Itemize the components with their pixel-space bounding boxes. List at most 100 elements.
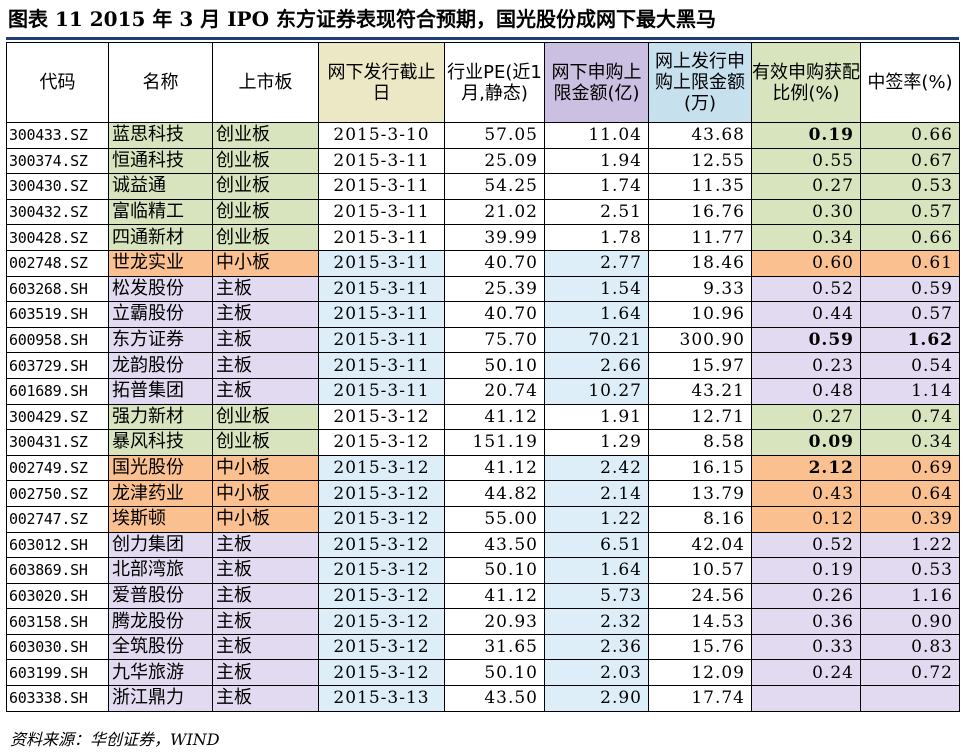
cell-offline-limit: 2.36 bbox=[544, 633, 649, 661]
cell-offline-limit: 10.27 bbox=[544, 377, 649, 405]
cell-name: 龙津药业 bbox=[108, 480, 213, 507]
cell-pe: 75.70 bbox=[444, 326, 545, 354]
cell-pe: 151.19 bbox=[444, 429, 545, 456]
cell-pe: 41.12 bbox=[444, 403, 545, 431]
cell-allotment-ratio: 0.12 bbox=[751, 505, 861, 533]
cell-online-limit: 43.68 bbox=[648, 122, 752, 149]
cell-board: 创业板 bbox=[212, 224, 319, 251]
cell-online-limit: 16.76 bbox=[648, 198, 752, 226]
cell-name: 立霸股份 bbox=[108, 301, 213, 328]
cell-lottery-rate: 0.66 bbox=[860, 224, 960, 251]
cell-allotment-ratio: 0.33 bbox=[751, 633, 861, 661]
cell-offline-limit: 6.51 bbox=[544, 531, 649, 559]
table-row: 300430.SZ 诚益通 创业板 2015-3-11 54.25 1.74 11.35 0.… bbox=[6, 173, 960, 200]
cell-offline-limit: 70.21 bbox=[544, 326, 649, 354]
cell-name: 拓普集团 bbox=[108, 377, 213, 405]
cell-offline-limit: 1.78 bbox=[544, 224, 649, 251]
cell-date: 2015-3-13 bbox=[318, 685, 445, 712]
cell-allotment-ratio: 0.26 bbox=[751, 582, 861, 610]
cell-board: 创业板 bbox=[212, 122, 319, 149]
cell-code: 002748.SZ bbox=[6, 249, 109, 277]
cell-date: 2015-3-12 bbox=[318, 531, 445, 559]
cell-offline-limit: 2.90 bbox=[544, 685, 649, 712]
cell-lottery-rate: 0.83 bbox=[860, 633, 960, 661]
cell-name: 九华旅游 bbox=[108, 659, 213, 687]
cell-date: 2015-3-10 bbox=[318, 122, 445, 149]
cell-allotment-ratio: 0.30 bbox=[751, 198, 861, 226]
cell-online-limit: 18.46 bbox=[648, 249, 752, 277]
cell-code: 603869.SH bbox=[6, 557, 109, 584]
cell-code: 002750.SZ bbox=[6, 480, 109, 507]
cell-name: 恒通科技 bbox=[108, 147, 213, 175]
cell-online-limit: 11.35 bbox=[648, 173, 752, 200]
cell-name: 诚益通 bbox=[108, 173, 213, 200]
header-offline-deadline: 网下发行截止日 bbox=[318, 42, 445, 123]
cell-board: 主板 bbox=[212, 608, 319, 635]
table-row: 603158.SH 腾龙股份 主板 2015-3-12 20.93 2.32 14.53 0.… bbox=[6, 608, 960, 635]
header-lottery-rate: 中签率(%) bbox=[860, 42, 960, 123]
cell-date: 2015-3-11 bbox=[318, 326, 445, 354]
cell-code: 603158.SH bbox=[6, 608, 109, 635]
cell-board: 中小板 bbox=[212, 249, 319, 277]
cell-date: 2015-3-12 bbox=[318, 429, 445, 456]
cell-lottery-rate: 1.22 bbox=[860, 531, 960, 559]
cell-code: 300433.SZ bbox=[6, 122, 109, 149]
cell-allotment-ratio: 0.34 bbox=[751, 224, 861, 251]
cell-allotment-ratio: 0.09 bbox=[751, 429, 861, 456]
table-row: 603199.SH 九华旅游 主板 2015-3-12 50.10 2.03 12.09 0.… bbox=[6, 659, 960, 687]
cell-online-limit: 15.76 bbox=[648, 633, 752, 661]
cell-name: 世龙实业 bbox=[108, 249, 213, 277]
cell-board: 创业板 bbox=[212, 429, 319, 456]
cell-online-limit: 43.21 bbox=[648, 377, 752, 405]
cell-name: 腾龙股份 bbox=[108, 608, 213, 635]
cell-online-limit: 9.33 bbox=[648, 275, 752, 303]
cell-lottery-rate: 0.90 bbox=[860, 608, 960, 635]
cell-online-limit: 300.90 bbox=[648, 326, 752, 354]
cell-offline-limit: 5.73 bbox=[544, 582, 649, 610]
cell-date: 2015-3-11 bbox=[318, 249, 445, 277]
cell-pe: 55.00 bbox=[444, 505, 545, 533]
cell-lottery-rate: 0.54 bbox=[860, 352, 960, 379]
cell-code: 300431.SZ bbox=[6, 429, 109, 456]
cell-code: 601689.SH bbox=[6, 377, 109, 405]
cell-lottery-rate: 1.14 bbox=[860, 377, 960, 405]
cell-lottery-rate: 0.74 bbox=[860, 403, 960, 431]
cell-code: 603268.SH bbox=[6, 275, 109, 303]
cell-date: 2015-3-11 bbox=[318, 173, 445, 200]
cell-offline-limit: 2.42 bbox=[544, 454, 649, 482]
table-row: 603338.SH 浙江鼎力 主板 2015-3-13 43.50 2.90 17.74 bbox=[6, 685, 960, 712]
cell-offline-limit: 1.64 bbox=[544, 301, 649, 328]
cell-lottery-rate: 0.69 bbox=[860, 454, 960, 482]
table-row: 002747.SZ 埃斯顿 中小板 2015-3-12 55.00 1.22 8.16 0.1… bbox=[6, 505, 960, 533]
table-row: 603012.SH 创力集团 主板 2015-3-12 43.50 6.51 42.04 0.… bbox=[6, 531, 960, 559]
cell-lottery-rate bbox=[860, 685, 960, 712]
cell-allotment-ratio: 0.27 bbox=[751, 403, 861, 431]
cell-offline-limit: 2.51 bbox=[544, 198, 649, 226]
cell-pe: 43.50 bbox=[444, 531, 545, 559]
cell-code: 300429.SZ bbox=[6, 403, 109, 431]
cell-code: 603199.SH bbox=[6, 659, 109, 687]
cell-board: 主板 bbox=[212, 352, 319, 379]
cell-code: 300374.SZ bbox=[6, 147, 109, 175]
cell-offline-limit: 2.32 bbox=[544, 608, 649, 635]
cell-name: 暴风科技 bbox=[108, 429, 213, 456]
cell-lottery-rate: 0.57 bbox=[860, 198, 960, 226]
cell-online-limit: 8.16 bbox=[648, 505, 752, 533]
cell-offline-limit: 1.29 bbox=[544, 429, 649, 456]
cell-name: 蓝思科技 bbox=[108, 122, 213, 149]
cell-date: 2015-3-11 bbox=[318, 147, 445, 175]
cell-date: 2015-3-12 bbox=[318, 557, 445, 584]
cell-board: 中小板 bbox=[212, 505, 319, 533]
cell-allotment-ratio: 0.43 bbox=[751, 480, 861, 507]
cell-board: 创业板 bbox=[212, 198, 319, 226]
header-board: 上市板 bbox=[212, 42, 319, 123]
cell-offline-limit: 1.91 bbox=[544, 403, 649, 431]
cell-date: 2015-3-12 bbox=[318, 608, 445, 635]
cell-pe: 43.50 bbox=[444, 685, 545, 712]
cell-board: 创业板 bbox=[212, 147, 319, 175]
cell-online-limit: 11.77 bbox=[648, 224, 752, 251]
table-row: 603869.SH 北部湾旅 主板 2015-3-12 50.10 1.64 10.57 0.… bbox=[6, 557, 960, 584]
cell-code: 603030.SH bbox=[6, 633, 109, 661]
cell-board: 主板 bbox=[212, 659, 319, 687]
cell-allotment-ratio: 0.24 bbox=[751, 659, 861, 687]
